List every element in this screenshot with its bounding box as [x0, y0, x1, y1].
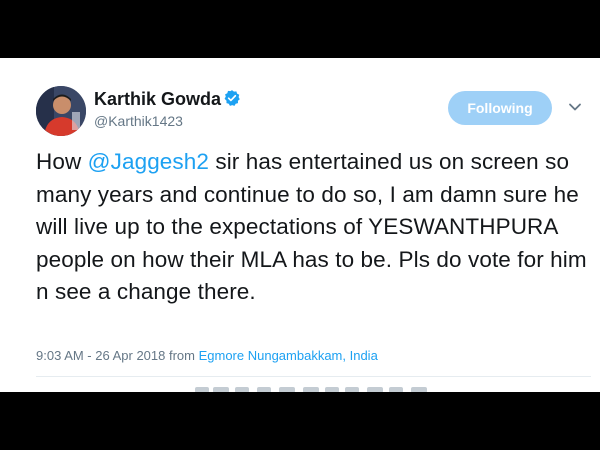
avatar[interactable]	[36, 86, 86, 136]
chevron-down-icon[interactable]	[568, 100, 582, 114]
following-button[interactable]: Following	[448, 91, 552, 125]
timestamp[interactable]: 9:03 AM - 26 Apr 2018 from	[36, 348, 199, 363]
tweet-card: Karthik Gowda @Karthik1423 Following How…	[0, 58, 600, 392]
author-name[interactable]: Karthik Gowda	[94, 89, 221, 110]
tweet-text-start: How	[36, 149, 88, 174]
tweet-meta: 9:03 AM - 26 Apr 2018 from Egmore Nungam…	[36, 348, 378, 363]
divider	[36, 376, 591, 377]
stats-row-cropped	[195, 387, 427, 392]
verified-badge-icon	[224, 90, 240, 106]
location-link[interactable]: Egmore Nungambakkam, India	[199, 348, 378, 363]
tweet-text: How @Jaggesh2 sir has entertained us on …	[36, 146, 591, 309]
mention-link[interactable]: @Jaggesh2	[88, 149, 209, 174]
author-handle[interactable]: @Karthik1423	[94, 113, 183, 129]
